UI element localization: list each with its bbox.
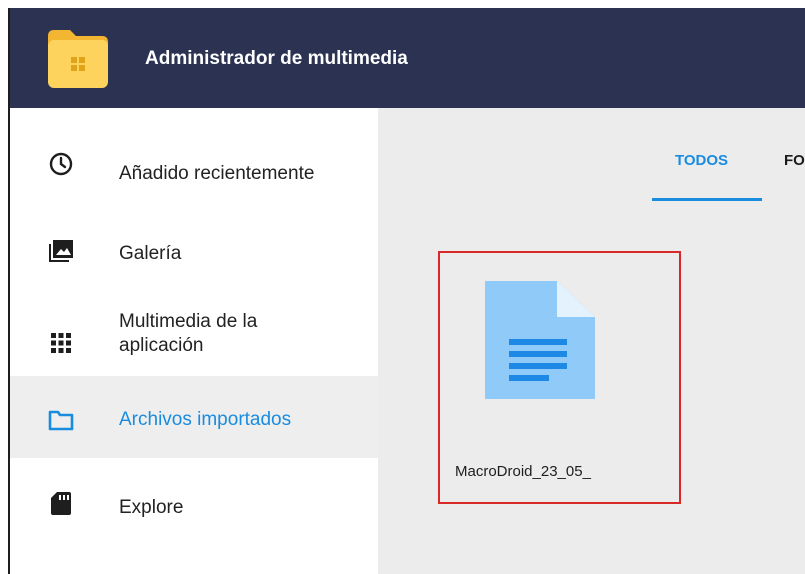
file-item[interactable]: MacroDroid_23_05_ (438, 251, 681, 504)
sidebar-item-label: Galería (119, 243, 182, 264)
app-title: Administrador de multimedia (145, 48, 408, 69)
sd-card-icon (51, 492, 71, 515)
grid-icon (51, 333, 71, 353)
folder-icon (48, 410, 74, 431)
sidebar-item-explore[interactable]: Explore (10, 460, 378, 542)
document-icon (485, 281, 595, 399)
sidebar-item-label: Multimedia de la aplicación (119, 311, 258, 356)
app-header: Administrador de multimedia (10, 8, 805, 108)
clock-icon (49, 152, 73, 176)
sidebar-item-imported-files[interactable]: Archivos importados (10, 376, 378, 458)
sidebar-item-label: Añadido recientemente (119, 163, 315, 184)
tab-todos[interactable]: TODOS (675, 152, 728, 169)
windows-folder-icon (48, 30, 108, 88)
gallery-icon (49, 240, 73, 262)
tab-fo[interactable]: FO (784, 152, 805, 169)
sidebar-item-recent[interactable]: Añadido recientemente (10, 123, 378, 205)
sidebar-item-label: Explore (119, 497, 184, 518)
content-area: TODOS FO MacroDroid_23_05_ (378, 108, 805, 574)
sidebar-item-label: Archivos importados (119, 409, 292, 430)
file-name: MacroDroid_23_05_ (455, 463, 591, 480)
sidebar-nav: Añadido recientemente Galería Multimedia… (10, 108, 378, 574)
tab-indicator (652, 198, 762, 201)
sidebar-item-app-media[interactable]: Multimedia de la aplicación (10, 292, 378, 374)
sidebar-item-gallery[interactable]: Galería (10, 210, 378, 292)
